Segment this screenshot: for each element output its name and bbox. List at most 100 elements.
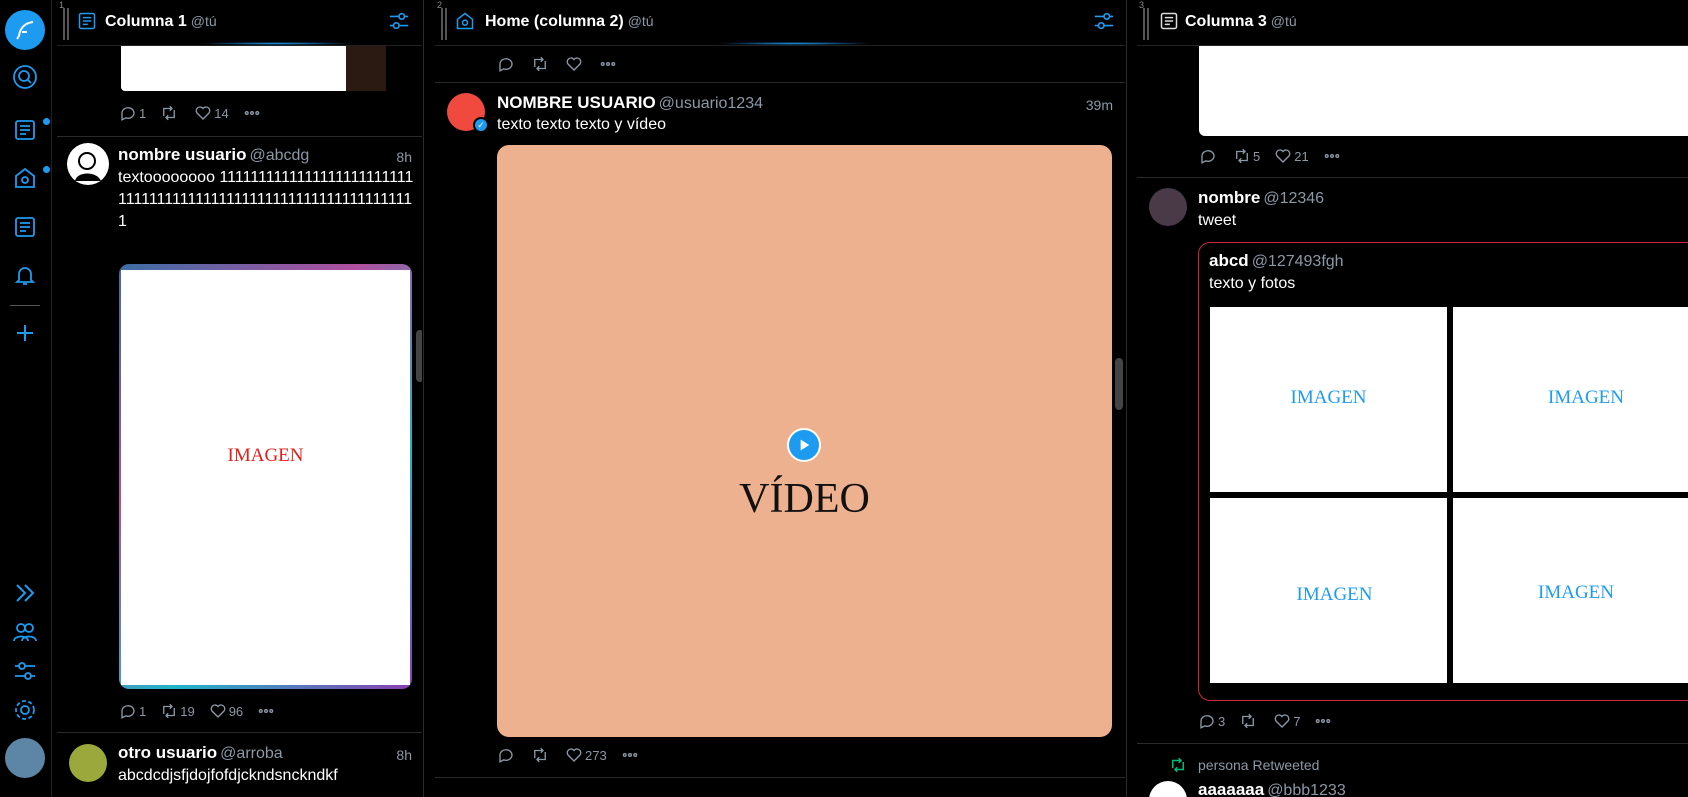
quoted-author[interactable]: abcd @127493fgh xyxy=(1209,251,1344,271)
add-column-button[interactable] xyxy=(5,313,45,353)
nav-home[interactable] xyxy=(5,158,45,198)
quoted-image[interactable]: IMAGEN xyxy=(1210,307,1447,492)
tweet[interactable]: nombre usuario @abcdg 8h textoooooooo 111… xyxy=(57,137,422,733)
nav-column-1[interactable] xyxy=(5,110,45,150)
quoted-text: texto y fotos xyxy=(1209,275,1296,292)
tweet-author[interactable]: NOMBRE USUARIO @usuario1234 xyxy=(497,93,763,113)
column-list-icon xyxy=(78,12,96,30)
author-name: aaaaaaa xyxy=(1198,780,1265,797)
more-button[interactable] xyxy=(1314,712,1334,730)
tweet-author[interactable]: nombre usuario @abcdg xyxy=(118,145,309,165)
verified-badge-icon: ✓ xyxy=(473,117,489,133)
column-1: 1 Columna 1 @tú 1 14 nombre usuario @abcdg… xyxy=(57,0,422,797)
tweet[interactable] xyxy=(435,46,1125,83)
reply-button[interactable] xyxy=(497,55,517,73)
tweet[interactable]: 1 14 xyxy=(57,46,422,137)
tweet[interactable]: persona Retweeted aaaaaaa @bbb1233 xyxy=(1137,745,1688,797)
scrollbar[interactable] xyxy=(1115,358,1123,410)
more-icon xyxy=(622,752,637,758)
more-button[interactable] xyxy=(257,702,277,720)
tweet[interactable]: ✓ NOMBRE USUARIO @usuario1234 39m texto t… xyxy=(435,83,1125,778)
filters-icon[interactable] xyxy=(1093,10,1115,32)
column-list-icon xyxy=(15,217,35,237)
retweet-icon xyxy=(163,105,176,121)
avatar[interactable] xyxy=(1149,188,1187,226)
tweet-video[interactable]: VÍDEO xyxy=(497,145,1112,737)
retweet-button[interactable]: 19 xyxy=(160,702,195,720)
like-button[interactable]: 7 xyxy=(1273,712,1300,730)
retweet-icon xyxy=(1236,148,1248,164)
tweet-time[interactable]: 8h xyxy=(396,149,412,165)
drag-handle[interactable] xyxy=(441,8,447,40)
like-button[interactable] xyxy=(565,55,585,73)
tweet-author[interactable]: aaaaaaa @bbb1233 xyxy=(1198,780,1346,797)
play-button[interactable] xyxy=(787,428,821,462)
retweeted-by[interactable]: persona Retweeted xyxy=(1198,757,1319,773)
avatar[interactable] xyxy=(5,738,45,778)
retweet-button[interactable] xyxy=(1239,712,1259,730)
avatar[interactable] xyxy=(1149,781,1187,797)
tweet-image[interactable] xyxy=(1199,46,1688,136)
reply-icon xyxy=(1200,715,1214,729)
like-button[interactable]: 21 xyxy=(1274,147,1309,165)
drag-handle[interactable] xyxy=(63,8,69,40)
author-name: abcd xyxy=(1209,251,1249,270)
avatar[interactable] xyxy=(69,744,107,782)
tweet[interactable]: 5 21 xyxy=(1137,46,1688,178)
tweet-time[interactable]: 8h xyxy=(396,747,412,763)
expand-button[interactable] xyxy=(5,573,45,613)
like-button[interactable]: 273 xyxy=(565,746,607,764)
retweet-button[interactable]: 5 xyxy=(1233,147,1260,165)
column-title-text: Columna 3 xyxy=(1185,13,1267,30)
retweet-button[interactable] xyxy=(160,104,180,122)
nav-notifications[interactable] xyxy=(5,255,45,295)
column-2: 2 Home (columna 2) @tú ✓ NOMBRE USUARIO @u… xyxy=(435,0,1125,797)
column-title: Columna 1 @tú xyxy=(105,13,217,31)
search-button[interactable] xyxy=(5,57,45,97)
filters-icon[interactable] xyxy=(388,10,410,32)
scrollbar[interactable] xyxy=(416,330,422,382)
tweet-actions: 1 14 xyxy=(119,104,277,122)
quoted-image[interactable]: IMAGEN xyxy=(1453,307,1688,492)
more-icon xyxy=(1324,153,1339,159)
tweet-author[interactable]: nombre @12346 xyxy=(1198,188,1324,208)
reply-button[interactable] xyxy=(497,746,517,764)
tweet[interactable]: nombre @12346 tweet abcd @127493fgh texto … xyxy=(1137,178,1688,744)
quoted-image[interactable]: IMAGEN xyxy=(1453,498,1688,683)
feather-icon xyxy=(16,21,34,40)
author-handle: @bbb1233 xyxy=(1267,782,1346,797)
retweet-button[interactable] xyxy=(531,746,551,764)
avatar[interactable] xyxy=(67,143,109,185)
tweet-time[interactable]: 39m xyxy=(1086,97,1113,113)
compose-button[interactable] xyxy=(5,10,45,50)
quoted-tweet[interactable]: abcd @127493fgh texto y fotos IMAGEN IMAG… xyxy=(1198,242,1688,701)
like-button[interactable]: 96 xyxy=(209,702,243,720)
retweet-count: 19 xyxy=(180,703,195,719)
settings-button[interactable] xyxy=(5,690,45,730)
more-button[interactable] xyxy=(243,104,263,122)
more-button[interactable] xyxy=(1323,147,1343,165)
play-icon xyxy=(800,439,810,451)
filters-button[interactable] xyxy=(5,651,45,691)
like-button[interactable]: 14 xyxy=(194,104,229,122)
heart-icon xyxy=(566,748,582,762)
more-button[interactable] xyxy=(621,746,641,764)
reply-button[interactable] xyxy=(1199,147,1219,165)
tweet[interactable]: otro usuario @arroba 8h abcdcdjsfjdojfofd… xyxy=(57,734,422,797)
quoted-image[interactable]: IMAGEN xyxy=(1210,498,1447,683)
tweet-actions: 3 7 xyxy=(1198,712,1348,730)
retweet-button[interactable] xyxy=(531,55,551,73)
home-icon xyxy=(15,167,35,188)
reply-icon xyxy=(499,58,513,72)
tweet-author[interactable]: otro usuario @arroba xyxy=(118,743,283,763)
nav-column-3[interactable] xyxy=(5,207,45,247)
accounts-button[interactable] xyxy=(5,612,45,652)
tweet-image-frame[interactable]: IMAGEN xyxy=(119,264,412,689)
reply-button[interactable]: 1 xyxy=(119,104,146,122)
more-button[interactable] xyxy=(599,55,619,73)
drag-handle[interactable] xyxy=(1143,8,1149,40)
reply-button[interactable]: 1 xyxy=(119,702,146,720)
reply-count: 3 xyxy=(1218,713,1226,729)
reply-button[interactable]: 3 xyxy=(1198,712,1225,730)
tweet-image[interactable] xyxy=(121,46,346,91)
